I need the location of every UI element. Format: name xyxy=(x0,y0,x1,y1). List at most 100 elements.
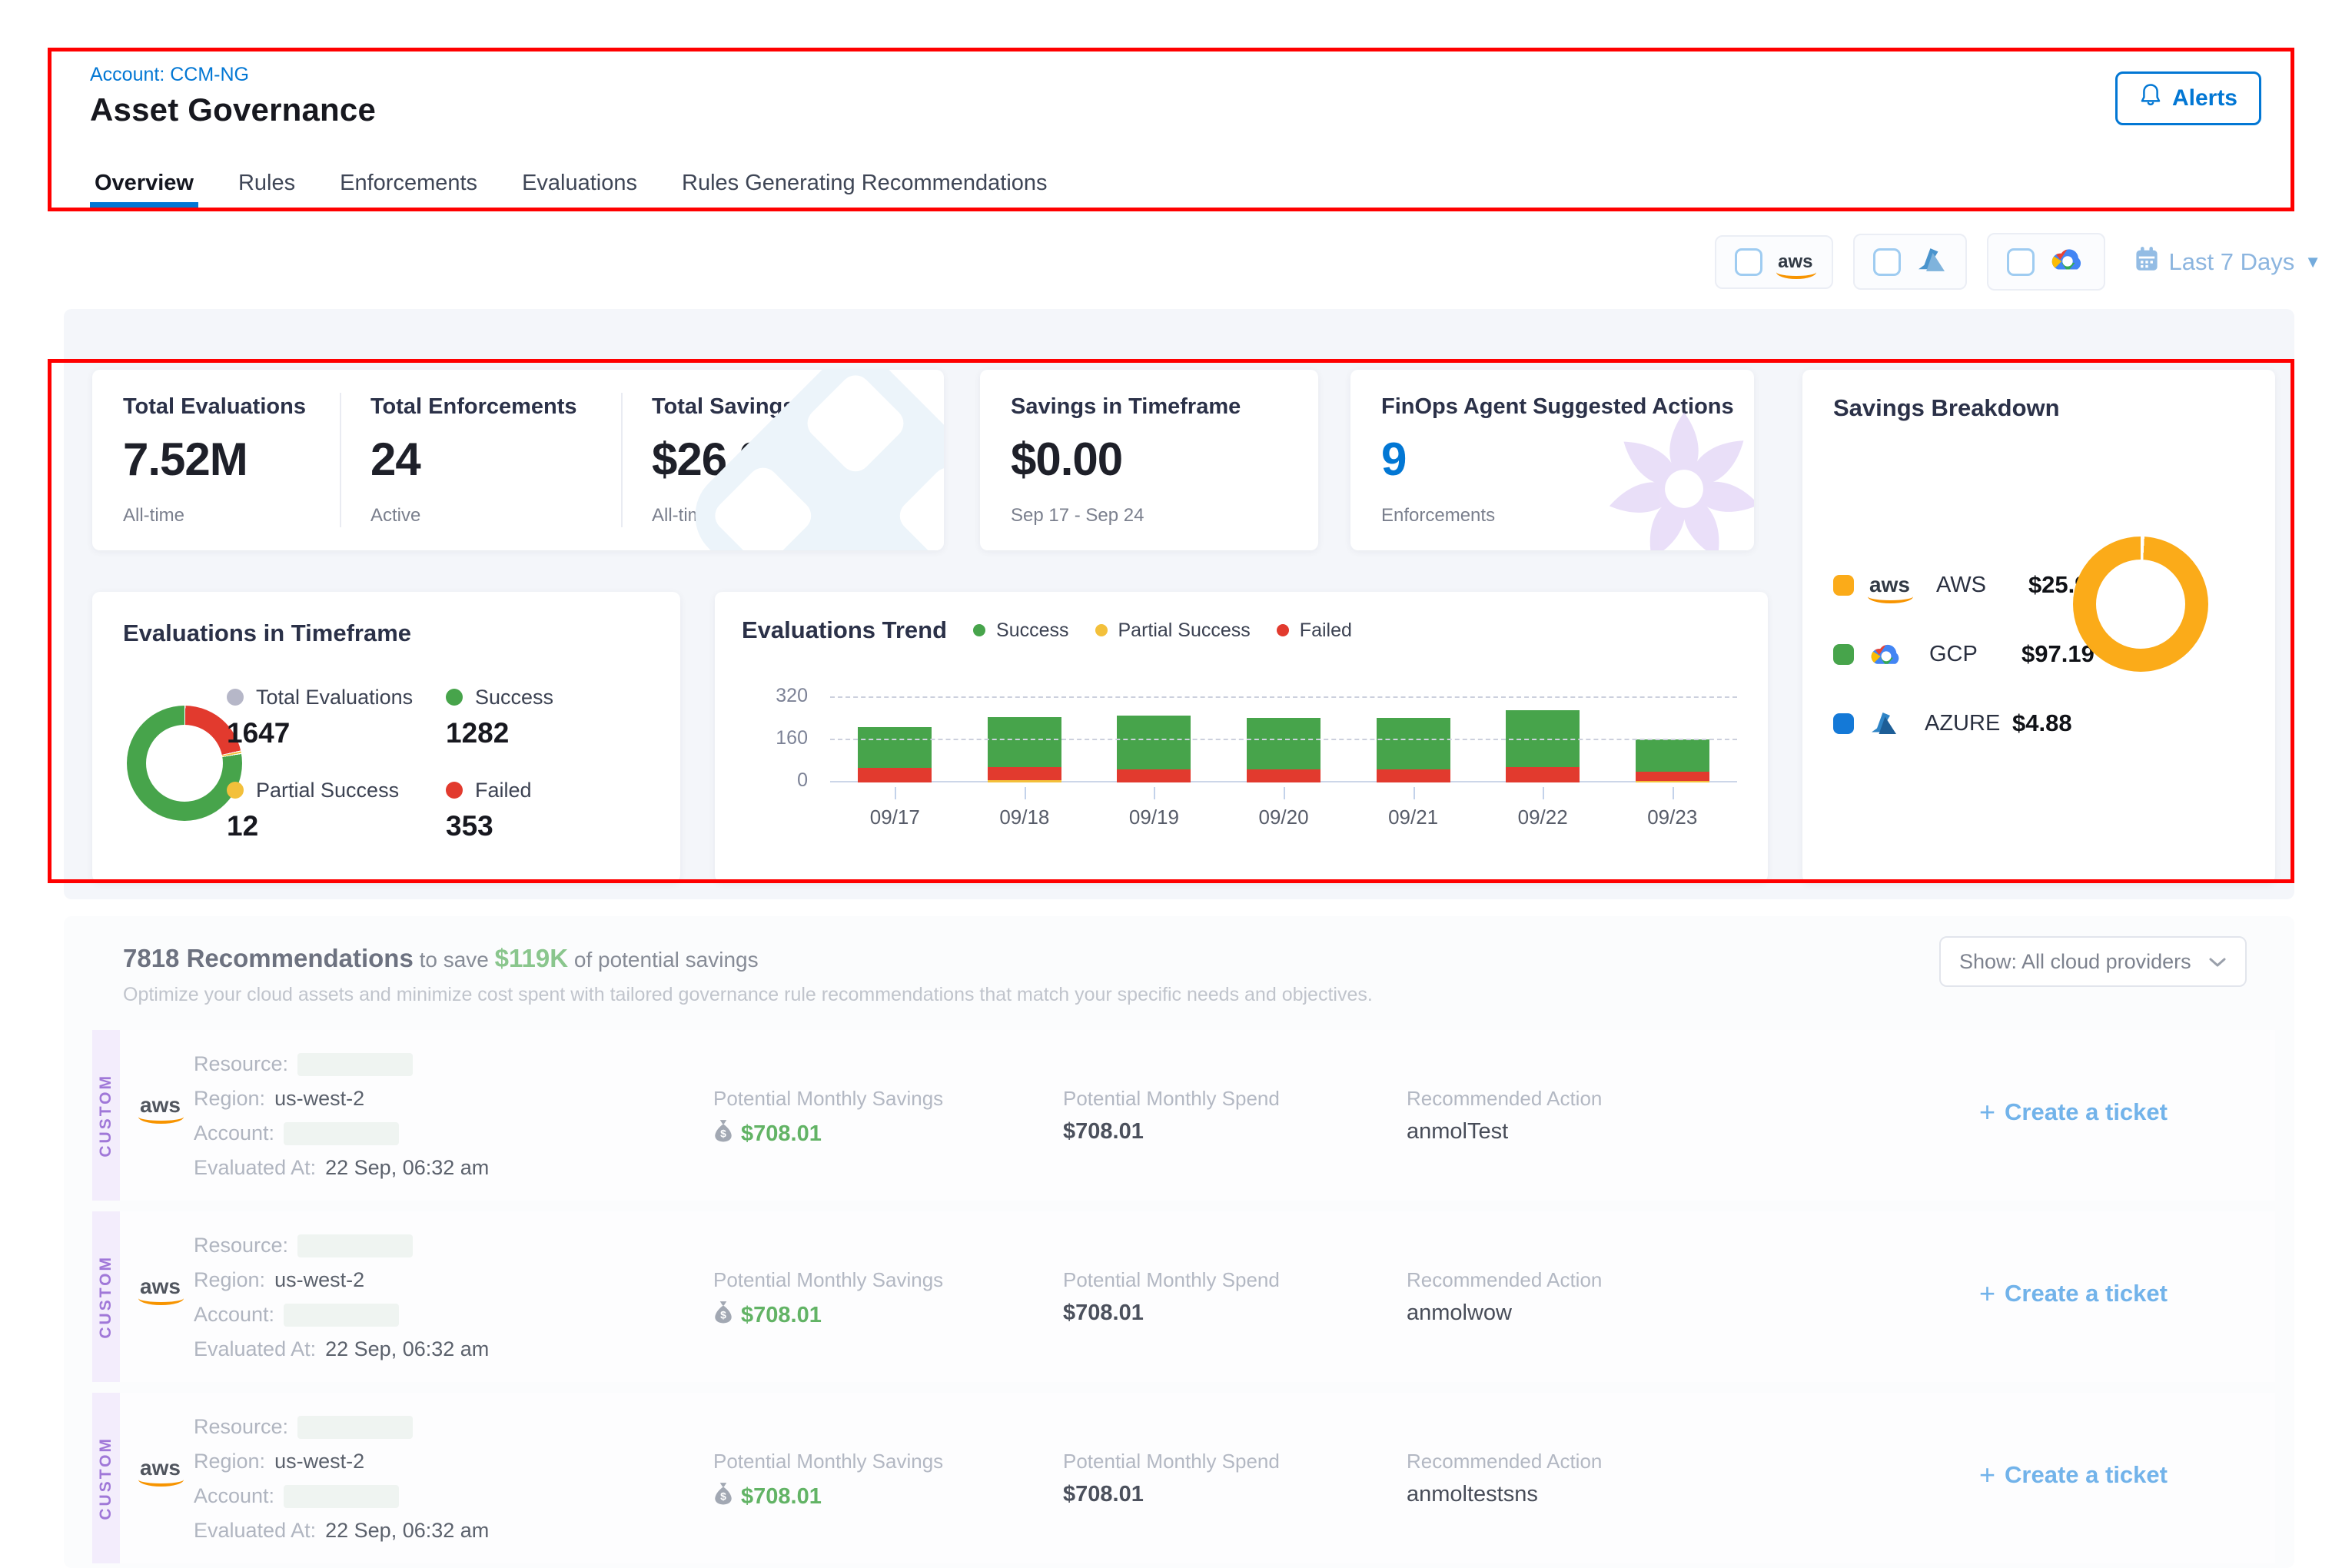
money-bag-icon: $ xyxy=(713,1482,733,1511)
resource-details: Resource: Region:us-west-2 Account: Eval… xyxy=(194,1228,489,1367)
alerts-button[interactable]: Alerts xyxy=(2115,71,2261,125)
trend-legend-failed: Failed xyxy=(1277,620,1352,642)
failed-dot xyxy=(1277,624,1289,636)
create-ticket-button[interactable]: + Create a ticket xyxy=(1979,1277,2168,1310)
date-range-label: Last 7 Days xyxy=(2169,248,2295,276)
bar-segment-success xyxy=(1636,739,1709,772)
x-tick-label: 09/21 xyxy=(1348,793,1478,829)
bar-segment-success xyxy=(1247,718,1321,769)
gcp-logo-icon xyxy=(1869,642,1903,672)
success-dot xyxy=(973,624,985,636)
action-value: anmolTest xyxy=(1407,1119,1508,1144)
page-title: Asset Governance xyxy=(90,91,376,128)
calendar-icon xyxy=(2134,246,2159,278)
tab-rules[interactable]: Rules xyxy=(234,158,300,208)
aws-filter-toggle[interactable]: aws xyxy=(1715,235,1832,289)
bar-segment-failed xyxy=(1117,769,1191,782)
azure-savings-value: $4.88 xyxy=(2012,709,2072,737)
cloud-provider-filter-dropdown[interactable]: Show: All cloud providers xyxy=(1939,936,2247,987)
savings-in-timeframe-sub: Sep 17 - Sep 24 xyxy=(1011,505,1144,527)
gcp-swatch xyxy=(1833,644,1854,665)
trend-bar-09-18 xyxy=(988,717,1061,782)
trend-x-axis-labels: 09/1709/1809/1909/2009/2109/2209/23 xyxy=(830,793,1737,829)
gcp-logo-icon xyxy=(2050,246,2085,277)
legend-failed-value: 353 xyxy=(446,810,532,842)
plus-icon: + xyxy=(1979,1096,1995,1128)
x-tick-label: 09/20 xyxy=(1219,793,1349,829)
success-dot xyxy=(446,689,463,706)
redacted-account-value xyxy=(284,1304,399,1327)
filter-dropdown-label: Show: All cloud providers xyxy=(1959,950,2191,974)
x-tick-label: 09/18 xyxy=(960,793,1090,829)
evaluations-donut-chart xyxy=(127,706,242,821)
x-tick-label: 09/17 xyxy=(830,793,960,829)
total-savings-label: Total Savings xyxy=(652,394,795,420)
bar-segment-partial-success xyxy=(988,780,1061,782)
legend-failed: Failed 353 xyxy=(446,779,532,842)
evaluations-trend-title: Evaluations Trend xyxy=(742,616,947,644)
spend-value: $708.01 xyxy=(1063,1119,1144,1144)
recommendations-subtitle: Optimize your cloud assets and minimize … xyxy=(123,984,1373,1006)
partial-success-dot xyxy=(1095,624,1108,636)
gridline xyxy=(830,739,1737,740)
date-range-picker[interactable]: Last 7 Days ▼ xyxy=(2134,246,2321,278)
savings-breakdown-legend-aws: aws AWS $25.9K xyxy=(1833,563,2105,606)
gcp-filter-toggle[interactable] xyxy=(1987,233,2105,291)
account-breadcrumb-link[interactable]: Account: CCM-NG xyxy=(90,64,249,86)
tab-evaluations[interactable]: Evaluations xyxy=(517,158,642,208)
divider xyxy=(621,393,623,527)
aws-logo-icon: aws xyxy=(1869,574,1910,596)
spend-value: $708.01 xyxy=(1063,1301,1144,1326)
resource-details: Resource: Region:us-west-2 Account: Eval… xyxy=(194,1410,489,1548)
legend-total-evaluations-value: 1647 xyxy=(227,717,413,749)
plus-icon: + xyxy=(1979,1277,1995,1310)
y-tick-label: 0 xyxy=(797,769,808,792)
svg-text:$: $ xyxy=(720,1309,726,1321)
gcp-checkbox[interactable] xyxy=(2007,248,2035,276)
bar-segment-failed xyxy=(1247,769,1321,782)
flower-watermark xyxy=(1596,400,1754,550)
azure-checkbox[interactable] xyxy=(1873,248,1901,276)
svg-text:$: $ xyxy=(720,1128,726,1140)
svg-text:$: $ xyxy=(720,1490,726,1503)
azure-swatch xyxy=(1833,713,1854,734)
redacted-account-value xyxy=(284,1485,399,1508)
chevron-down-icon xyxy=(2208,950,2227,974)
bar-segment-failed xyxy=(1377,769,1450,782)
savings-in-timeframe-label: Savings in Timeframe xyxy=(1011,394,1241,420)
x-tick-label: 09/23 xyxy=(1607,793,1737,829)
evaluations-in-timeframe-title: Evaluations in Timeframe xyxy=(123,620,411,647)
action-value: anmoltestsns xyxy=(1407,1482,1538,1507)
legend-success-value: 1282 xyxy=(446,717,553,749)
aws-checkbox[interactable] xyxy=(1735,248,1762,276)
recommendations-amount: $119K xyxy=(495,944,568,972)
divider xyxy=(340,393,341,527)
create-ticket-button[interactable]: + Create a ticket xyxy=(1979,1096,2168,1128)
bar-segment-success xyxy=(858,727,932,768)
y-tick-label: 320 xyxy=(776,685,808,707)
tab-enforcements[interactable]: Enforcements xyxy=(335,158,482,208)
recommendation-row: CUSTOM aws Resource: Region:us-west-2 Ac… xyxy=(92,1030,2275,1201)
tab-overview[interactable]: Overview xyxy=(90,158,198,208)
redacted-account-value xyxy=(284,1122,399,1145)
azure-logo-icon xyxy=(1869,711,1899,739)
bar-segment-failed xyxy=(858,768,932,782)
total-evaluations-label: Total Evaluations xyxy=(123,394,306,420)
azure-name: AZURE xyxy=(1925,711,1997,736)
savings-value: $708.01 xyxy=(741,1484,822,1510)
tab-rules-generating-recommendations[interactable]: Rules Generating Recommendations xyxy=(677,158,1052,208)
total-evaluations-value: 7.52M xyxy=(123,433,247,486)
create-ticket-button[interactable]: + Create a ticket xyxy=(1979,1459,2168,1491)
azure-filter-toggle[interactable] xyxy=(1853,234,1967,290)
total-enforcements-value: 24 xyxy=(370,433,420,486)
asset-governance-page: Account: CCM-NG Asset Governance Overvie… xyxy=(0,0,2352,1568)
bell-icon xyxy=(2139,83,2162,114)
gcp-name: GCP xyxy=(1929,642,2006,667)
legend-partial-success: Partial Success 12 xyxy=(227,779,399,842)
action-value: anmolwow xyxy=(1407,1301,1512,1326)
recommendation-row: CUSTOM aws Resource: Region:us-west-2 Ac… xyxy=(92,1393,2275,1563)
filter-row: aws xyxy=(1715,233,2321,291)
trend-bar-chart xyxy=(830,666,1737,782)
gridline xyxy=(830,696,1737,698)
aws-logo-icon: aws xyxy=(140,1457,181,1479)
